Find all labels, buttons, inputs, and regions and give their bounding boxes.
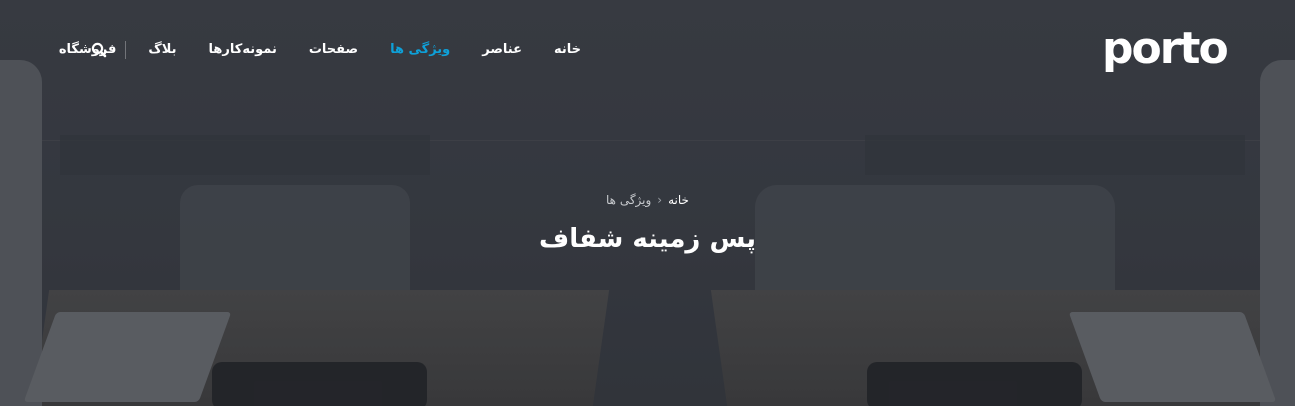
nav-divider bbox=[125, 41, 126, 59]
site-header: porto خانه عناصر ویژگی ها صفحات نمونه‌کا… bbox=[0, 0, 1295, 100]
nav-item-shop[interactable]: فروشگاه bbox=[43, 36, 133, 64]
nav-item-elements[interactable]: عناصر bbox=[466, 36, 538, 64]
site-logo[interactable]: porto bbox=[1102, 24, 1229, 74]
hero-section: porto خانه عناصر ویژگی ها صفحات نمونه‌کا… bbox=[0, 0, 1295, 406]
breadcrumb-home-link[interactable]: خانه bbox=[668, 193, 689, 207]
breadcrumb: خانه ‹ ویژگی ها bbox=[0, 193, 1295, 207]
chevron-left-icon: ‹ bbox=[657, 193, 663, 207]
nav-item-features[interactable]: ویژگی ها bbox=[374, 36, 466, 64]
nav-item-blog[interactable]: بلاگ bbox=[132, 36, 192, 64]
search-icon[interactable] bbox=[91, 42, 107, 58]
nav-item-portfolio[interactable]: نمونه‌کارها bbox=[193, 36, 293, 64]
breadcrumb-current: ویژگی ها bbox=[606, 193, 652, 207]
nav-item-home[interactable]: خانه bbox=[538, 36, 597, 64]
page-title: پس زمینه شفاف bbox=[539, 224, 756, 254]
nav-item-pages[interactable]: صفحات bbox=[293, 36, 374, 64]
